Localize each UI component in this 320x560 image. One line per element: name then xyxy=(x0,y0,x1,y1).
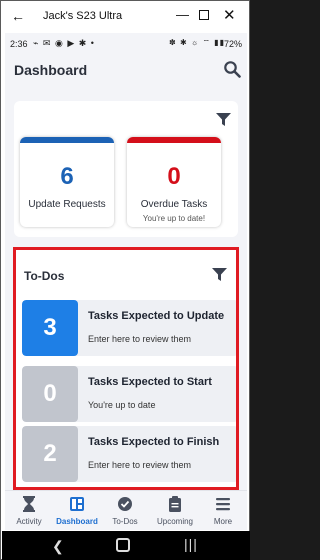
bottom-nav: Activity Dashboard To-Dos Upcoming More xyxy=(5,490,247,530)
update-requests-count: 6 xyxy=(60,163,74,190)
summary-card: 6 Update Requests 0 Overdue Tasks You're… xyxy=(14,101,238,237)
overdue-tasks-card[interactable]: 0 Overdue Tasks You're up to date! xyxy=(127,137,221,227)
app-bar: Dashboard xyxy=(5,55,247,93)
filter-icon[interactable] xyxy=(216,113,231,126)
clipboard-icon xyxy=(169,496,181,512)
menu-icon xyxy=(216,498,230,511)
status-time: 2:36 xyxy=(10,39,28,49)
nav-label: To-Dos xyxy=(112,517,138,526)
system-recents-icon[interactable]: ||| xyxy=(184,536,198,552)
search-icon[interactable] xyxy=(223,60,241,78)
dashboard-content[interactable]: 6 Update Requests 0 Overdue Tasks You're… xyxy=(5,93,247,490)
overdue-tasks-count: 0 xyxy=(167,163,181,190)
nav-dashboard[interactable]: Dashboard xyxy=(53,491,101,530)
nav-activity[interactable]: Activity xyxy=(5,491,53,530)
window-title: Jack's S23 Ultra xyxy=(43,10,123,22)
nav-label: More xyxy=(213,517,233,526)
nav-label: Dashboard xyxy=(56,517,98,526)
notification-icons: ⌁ ✉ ◉ ▶ ✱ • xyxy=(33,38,95,48)
close-button[interactable]: ✕ xyxy=(223,6,236,24)
back-arrow-icon[interactable]: ← xyxy=(11,8,25,24)
system-back-icon[interactable]: ❮ xyxy=(52,538,64,555)
check-circle-icon xyxy=(118,497,132,511)
battery-level: 72% xyxy=(223,39,242,49)
overdue-tasks-label: Overdue Tasks xyxy=(140,199,208,210)
minimize-button[interactable]: — xyxy=(176,7,189,22)
system-home-icon[interactable] xyxy=(116,538,130,552)
nav-label: Activity xyxy=(16,517,42,526)
window: ← Jack's S23 Ultra — ✕ 2:36 ⌁ ✉ ◉ ▶ ✱ • … xyxy=(0,0,250,560)
dashboard-icon xyxy=(70,497,84,511)
nav-upcoming[interactable]: Upcoming xyxy=(151,491,199,530)
overdue-tasks-accent-bar xyxy=(127,137,221,143)
maximize-button[interactable] xyxy=(199,10,209,20)
system-status-icons: ✽ ✱ ☼ ⌔ ▮▮ xyxy=(169,38,225,47)
update-requests-accent-bar xyxy=(20,137,114,143)
hourglass-icon xyxy=(23,496,35,512)
todos-highlight-box xyxy=(13,247,239,490)
page-title: Dashboard xyxy=(14,62,88,78)
title-bar: ← Jack's S23 Ultra — ✕ xyxy=(1,1,249,32)
nav-more[interactable]: More xyxy=(199,491,247,530)
status-bar: 2:36 ⌁ ✉ ◉ ▶ ✱ • ✽ ✱ ☼ ⌔ ▮▮ 72% xyxy=(5,33,247,55)
nav-label: Upcoming xyxy=(156,517,193,526)
system-nav-bar: ❮ ||| xyxy=(2,531,250,560)
update-requests-label: Update Requests xyxy=(28,199,106,210)
nav-todos[interactable]: To-Dos xyxy=(101,491,149,530)
update-requests-card[interactable]: 6 Update Requests xyxy=(20,137,114,227)
phone-screen: 2:36 ⌁ ✉ ◉ ▶ ✱ • ✽ ✱ ☼ ⌔ ▮▮ 72% Dashboar… xyxy=(5,33,247,530)
overdue-tasks-status: You're up to date! xyxy=(142,214,206,223)
